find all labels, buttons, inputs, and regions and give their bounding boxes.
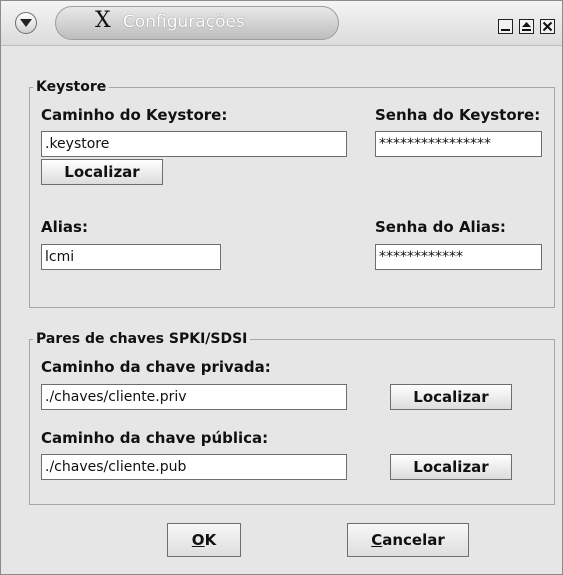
ok-button[interactable]: OK [167,523,241,557]
cancel-mnemonic: C [371,531,383,549]
app-x-icon: X [95,8,111,33]
minimize-icon [501,29,510,31]
close-icon [542,21,553,32]
window-menu-button[interactable] [15,12,37,34]
cancel-label: ancelar [382,531,445,549]
spki-legend: Pares de chaves SPKI/SDSI [33,331,251,347]
ok-mnemonic: O [191,531,205,549]
alias-password-input[interactable]: ************ [375,244,542,270]
public-key-input[interactable]: ./chaves/cliente.pub [41,454,347,480]
title-bar[interactable]: X Configurações [1,1,562,46]
minimize-button[interactable] [498,19,513,34]
keystore-locate-button[interactable]: Localizar [41,159,163,185]
alias-label: Alias: [41,218,88,236]
alias-password-label: Senha do Alias: [375,218,506,236]
keystore-password-label: Senha do Keystore: [375,106,541,124]
config-dialog: X Configurações Keystore Caminho do Keys… [0,0,563,575]
window-title: Configurações [123,12,245,32]
chevron-down-icon [20,19,32,27]
maximize-button[interactable] [519,19,534,34]
public-key-locate-button[interactable]: Localizar [390,454,512,480]
keystore-path-label: Caminho do Keystore: [41,106,228,124]
ok-label: K [204,531,217,549]
cancel-button[interactable]: Cancelar [347,523,469,557]
private-key-input[interactable]: ./chaves/cliente.priv [41,384,347,410]
keystore-password-input[interactable]: **************** [375,131,542,157]
private-key-locate-button[interactable]: Localizar [390,384,512,410]
alias-input[interactable]: lcmi [41,244,221,270]
close-button[interactable] [540,19,555,34]
maximize-icon [522,22,531,31]
private-key-label: Caminho da chave privada: [41,358,271,376]
keystore-legend: Keystore [33,79,110,95]
public-key-label: Caminho da chave pública: [41,429,269,447]
keystore-path-input[interactable]: .keystore [41,131,347,157]
